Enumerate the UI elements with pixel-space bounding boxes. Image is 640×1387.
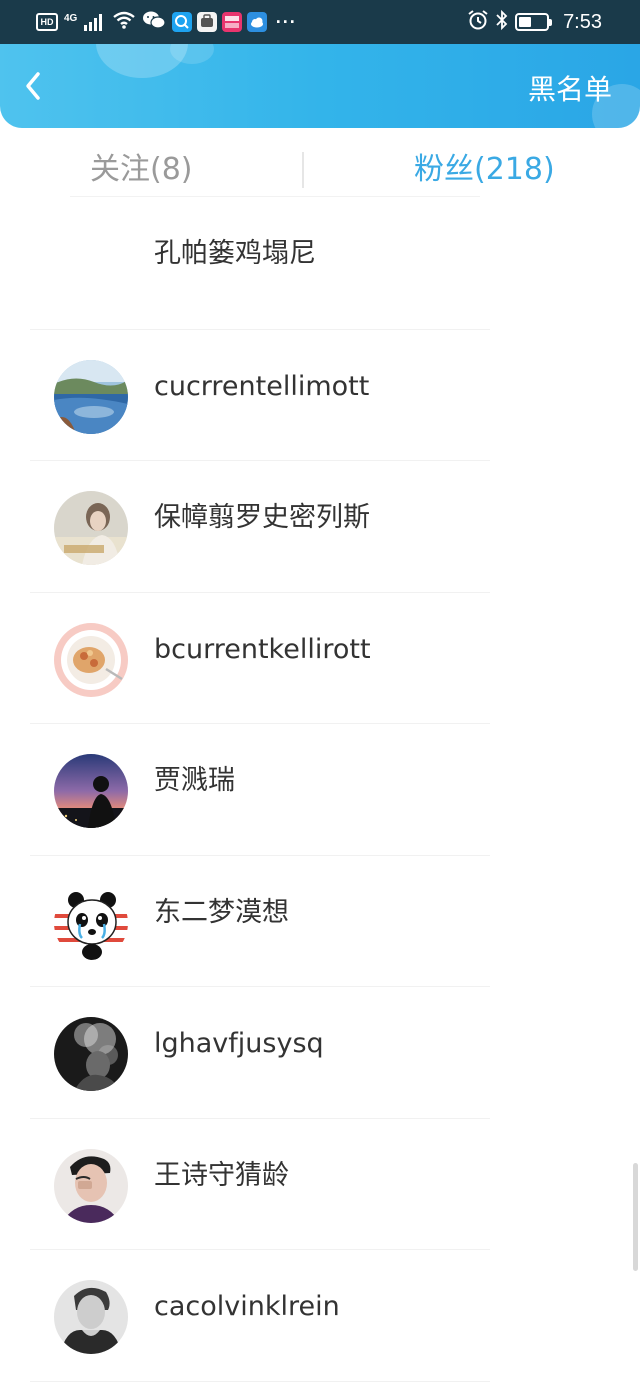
status-bar-right: 7:53 — [467, 9, 602, 36]
huawei-app-icon — [196, 12, 217, 32]
avatar[interactable] — [54, 1148, 128, 1223]
list-item[interactable]: 保幛翦罗史密列斯 — [0, 461, 640, 593]
divider — [30, 1380, 490, 1382]
wifi-icon — [112, 10, 136, 35]
signal-4g-icon: 4G — [64, 13, 106, 31]
username: cucrrentellimott — [154, 370, 370, 402]
scrollbar[interactable] — [633, 1163, 638, 1271]
list-item[interactable]: cucrrentellimott — [0, 330, 640, 461]
tab-divider — [302, 152, 304, 188]
list-item[interactable]: bcurrentkellirott — [0, 593, 640, 724]
list-item[interactable]: lghavfjusysq — [0, 987, 640, 1119]
shopping-app-icon — [221, 12, 242, 32]
username: 贾溅瑞 — [154, 765, 235, 796]
more-notifications-indicator: ··· — [275, 11, 297, 32]
avatar[interactable] — [54, 1017, 128, 1091]
username: 东二梦漠想 — [154, 896, 289, 928]
list-item[interactable]: 东二梦漠想 — [0, 856, 640, 987]
list-item[interactable]: 王诗守猜龄 — [0, 1119, 640, 1250]
network-label: 4G — [64, 13, 78, 24]
username: 保幛翦罗史密列斯 — [154, 502, 370, 533]
status-bar-left: HD 4G ··· — [36, 10, 297, 34]
list-item[interactable]: cacolvinklrein — [0, 1250, 640, 1382]
avatar[interactable] — [54, 754, 128, 828]
username: cacolvinklrein — [154, 1291, 340, 1322]
username: 孔帕篓鸡塌尼 — [154, 238, 316, 269]
status-bar: HD 4G ··· 7:53 — [0, 0, 640, 44]
battery-icon — [515, 13, 553, 31]
blacklist-button[interactable]: 黑名单 — [528, 74, 612, 106]
search-app-icon — [171, 12, 192, 32]
avatar[interactable] — [54, 622, 128, 697]
avatar[interactable] — [54, 1280, 128, 1354]
avatar[interactable] — [54, 885, 128, 960]
tab-fans[interactable]: 粉丝(218) — [414, 152, 555, 188]
back-button[interactable] — [14, 66, 54, 106]
wechat-icon — [142, 10, 166, 35]
list-item[interactable]: 贾溅瑞 — [0, 724, 640, 856]
chevron-left-icon — [26, 72, 40, 100]
list-item[interactable]: 孔帕篓鸡塌尼 — [0, 198, 640, 330]
fans-list: 孔帕篓鸡塌尼 cucrrentellimott 保幛翦罗史密列斯 bcurren… — [0, 198, 640, 1382]
bluetooth-icon — [495, 9, 509, 36]
header-bar: 黑名单 — [0, 44, 640, 128]
tabs-separator — [70, 196, 480, 197]
avatar[interactable] — [54, 491, 128, 565]
tab-bar: 关注(8) 粉丝(218) — [0, 128, 640, 198]
hd-icon: HD — [36, 13, 58, 31]
username: 王诗守猜龄 — [154, 1159, 289, 1191]
avatar[interactable] — [54, 359, 128, 434]
username: bcurrentkellirott — [154, 633, 371, 665]
cloud-app-icon — [246, 12, 267, 32]
clock-time: 7:53 — [563, 10, 602, 33]
username: lghavfjusysq — [154, 1028, 324, 1059]
alarm-icon — [467, 9, 489, 36]
tab-following[interactable]: 关注(8) — [90, 152, 193, 188]
